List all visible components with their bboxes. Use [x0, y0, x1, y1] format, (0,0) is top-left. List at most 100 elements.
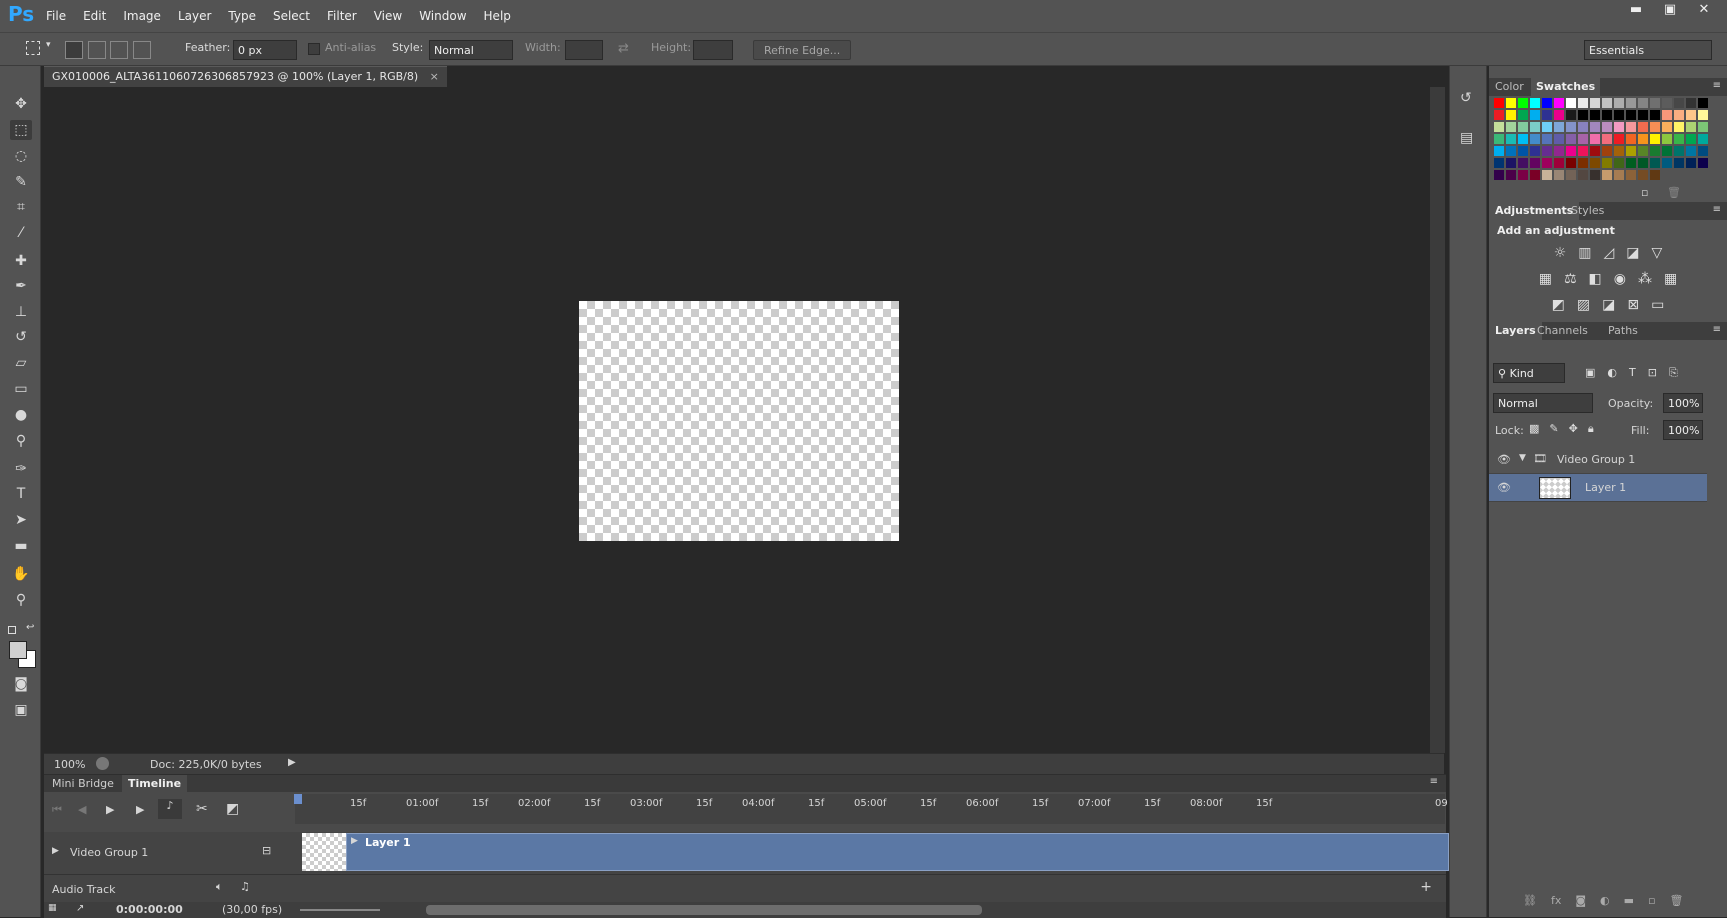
canvas-scrollbar[interactable]	[1430, 87, 1445, 753]
healing-brush-tool-icon[interactable]: ✚	[10, 251, 32, 271]
split-icon[interactable]: ✂	[196, 801, 208, 817]
link-layers-icon[interactable]: ⛓︎	[1523, 894, 1537, 907]
color-swatch[interactable]	[1517, 109, 1529, 121]
pixel-filter-icon[interactable]: ▣	[1585, 366, 1595, 380]
screen-mode-icon[interactable]: ▣	[10, 700, 32, 720]
panel-menu-icon[interactable]: ≡	[1713, 324, 1721, 335]
color-swatch[interactable]	[1661, 145, 1673, 157]
transition-icon[interactable]: ◩	[226, 801, 239, 817]
color-swatch[interactable]	[1565, 145, 1577, 157]
color-swatch[interactable]	[1637, 97, 1649, 109]
move-tool-icon[interactable]: ✥	[10, 94, 32, 114]
color-swatch[interactable]	[1661, 121, 1673, 133]
group-expand-icon[interactable]: ▼	[1519, 453, 1526, 463]
history-brush-tool-icon[interactable]: ↺	[10, 327, 32, 347]
tab-timeline[interactable]: Timeline	[122, 775, 188, 792]
color-swatch[interactable]	[1697, 97, 1709, 109]
color-swatch[interactable]	[1553, 169, 1565, 181]
visibility-eye-icon[interactable]: 👁︎	[1497, 453, 1511, 466]
tab-layers[interactable]: Layers	[1489, 322, 1542, 340]
color-swatch[interactable]	[1553, 133, 1565, 145]
time-ruler[interactable]: 15f 01:00f 15f 02:00f 15f 03:00f 15f 04:…	[294, 794, 1448, 824]
color-swatch[interactable]	[1505, 145, 1517, 157]
volume-icon[interactable]: 🔈︎	[216, 880, 223, 894]
color-swatch[interactable]	[1685, 97, 1697, 109]
color-swatch[interactable]	[1517, 157, 1529, 169]
new-group-icon[interactable]: ▬	[1624, 894, 1634, 907]
lock-transparent-icon[interactable]: ▩	[1529, 422, 1539, 436]
color-swatch[interactable]	[1565, 121, 1577, 133]
color-swatch[interactable]	[1505, 121, 1517, 133]
prev-frame-icon[interactable]: ◀	[78, 803, 86, 816]
layer-filter-kind[interactable]: ⚲ Kind	[1493, 363, 1565, 383]
color-swatch[interactable]	[1649, 121, 1661, 133]
color-swatch[interactable]	[1577, 145, 1589, 157]
close-tab-icon[interactable]: ×	[430, 70, 439, 83]
color-swatch[interactable]	[1493, 169, 1505, 181]
color-swatch[interactable]	[1577, 97, 1589, 109]
color-swatch[interactable]	[1613, 133, 1625, 145]
color-swatch[interactable]	[1541, 121, 1553, 133]
color-swatch[interactable]	[1505, 133, 1517, 145]
color-swatch[interactable]	[1601, 109, 1613, 121]
color-swatch[interactable]	[1673, 97, 1685, 109]
audio-toggle-icon[interactable]: ♪	[158, 799, 182, 819]
color-swatch[interactable]	[1661, 109, 1673, 121]
frame-anim-icon[interactable]: ▦	[48, 903, 57, 913]
color-swatch[interactable]	[1517, 145, 1529, 157]
tab-styles[interactable]: Styles	[1571, 204, 1604, 217]
black-white-icon[interactable]: ◧	[1589, 271, 1602, 287]
go-first-frame-icon[interactable]: ⏮	[52, 803, 62, 817]
color-swatch[interactable]	[1649, 109, 1661, 121]
color-swatch[interactable]	[1601, 133, 1613, 145]
swap-icon[interactable]: ⇄	[618, 41, 629, 56]
playhead[interactable]	[294, 794, 302, 804]
color-swatch[interactable]	[1529, 157, 1541, 169]
color-swatch[interactable]	[1649, 169, 1661, 181]
color-swatch[interactable]	[1685, 133, 1697, 145]
color-swatch[interactable]	[1541, 97, 1553, 109]
color-swatch[interactable]	[1565, 133, 1577, 145]
selective-color-icon[interactable]: ⊠	[1627, 297, 1639, 313]
lasso-tool-icon[interactable]: ◌	[10, 146, 32, 166]
color-swatch[interactable]	[1697, 157, 1709, 169]
color-swatch[interactable]	[1493, 109, 1505, 121]
expand-arrow-icon[interactable]: ▶	[52, 846, 59, 856]
color-swatch[interactable]	[1613, 145, 1625, 157]
minimize-button[interactable]: ▬	[1619, 2, 1653, 22]
menu-layer[interactable]: Layer	[178, 9, 211, 23]
color-swatch[interactable]	[1493, 133, 1505, 145]
color-swatch[interactable]	[1625, 121, 1637, 133]
color-swatch[interactable]	[1613, 97, 1625, 109]
smart-object-filter-icon[interactable]: ⎘	[1669, 366, 1678, 380]
color-swatch[interactable]	[1601, 169, 1613, 181]
blend-mode-select[interactable]: Normal	[1493, 393, 1593, 413]
menu-view[interactable]: View	[374, 9, 402, 23]
zoom-tool-icon[interactable]: ⚲	[10, 590, 32, 610]
color-swatch[interactable]	[1637, 157, 1649, 169]
type-tool-icon[interactable]: T	[10, 484, 32, 504]
color-swatch[interactable]	[1493, 121, 1505, 133]
brush-tool-icon[interactable]: ✒	[10, 276, 32, 296]
color-swatch[interactable]	[1697, 145, 1709, 157]
color-swatch[interactable]	[1637, 109, 1649, 121]
color-swatch[interactable]	[1685, 109, 1697, 121]
color-swatch[interactable]	[1613, 109, 1625, 121]
layer-row-layer-1[interactable]: 👁︎ Layer 1	[1489, 474, 1707, 502]
color-swatch[interactable]	[1553, 157, 1565, 169]
menu-help[interactable]: Help	[484, 9, 511, 23]
color-swatch[interactable]	[1613, 121, 1625, 133]
color-balance-icon[interactable]: ⚖	[1564, 271, 1577, 287]
subtract-selection-icon[interactable]	[110, 41, 128, 59]
dodge-tool-icon[interactable]: ⚲	[10, 431, 32, 451]
posterize-icon[interactable]: ▨	[1577, 297, 1590, 313]
channel-mixer-icon[interactable]: ⁂	[1638, 271, 1652, 287]
menu-image[interactable]: Image	[123, 9, 161, 23]
new-layer-icon[interactable]: ▫	[1648, 894, 1655, 907]
color-swatch[interactable]	[1601, 157, 1613, 169]
eraser-tool-icon[interactable]: ▱	[10, 353, 32, 373]
color-swatch[interactable]	[1625, 109, 1637, 121]
music-note-icon[interactable]: ♫	[240, 880, 250, 893]
color-swatch[interactable]	[1649, 145, 1661, 157]
color-swatch[interactable]	[1553, 145, 1565, 157]
